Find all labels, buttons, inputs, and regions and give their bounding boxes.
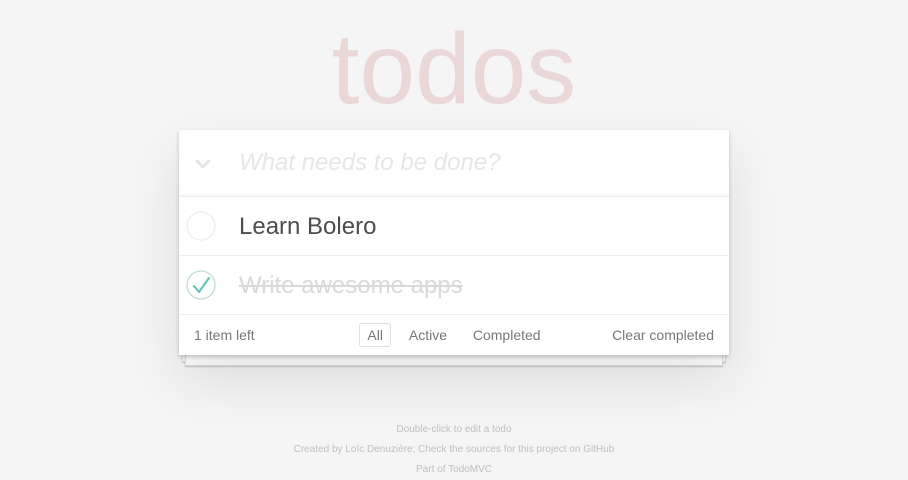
filter-all[interactable]: All xyxy=(359,323,391,347)
clear-completed-button[interactable]: Clear completed xyxy=(612,327,714,343)
todo-item: Learn Bolero xyxy=(179,197,729,256)
info-footer: Double-click to edit a todo Created by L… xyxy=(0,420,908,480)
chevron-down-icon[interactable] xyxy=(190,151,216,177)
checkmark-circle-icon[interactable] xyxy=(186,270,216,300)
credits-line: Created by Loïc Denuzière; Check the sou… xyxy=(293,444,615,455)
todo-label[interactable]: Write awesome apps xyxy=(239,272,463,300)
todo-item: Write awesome apps xyxy=(179,256,729,315)
items-left-count: 1 item left xyxy=(194,327,255,343)
todo-label[interactable]: Learn Bolero xyxy=(239,213,376,241)
todomvc-link[interactable]: TodoMVC xyxy=(448,464,492,475)
todo-footer: 1 item left All Active Completed Clear c… xyxy=(179,315,729,355)
app-title: todos xyxy=(331,13,577,125)
part-of-line: Part of TodoMVC xyxy=(416,464,492,475)
unchecked-circle-icon[interactable] xyxy=(186,211,216,241)
edit-hint: Double-click to edit a todo xyxy=(396,424,512,435)
todo-app: Learn Bolero Write awesome apps 1 item l… xyxy=(179,130,729,355)
filter-completed[interactable]: Completed xyxy=(465,323,549,347)
sources-link[interactable]: sources for this project on GitHub xyxy=(466,444,614,455)
new-todo-header xyxy=(179,130,729,197)
filter-active[interactable]: Active xyxy=(401,323,455,347)
new-todo-input[interactable] xyxy=(239,140,709,186)
todo-list: Learn Bolero Write awesome apps xyxy=(179,197,729,315)
author-link[interactable]: Loïc Denuzière xyxy=(345,444,412,455)
